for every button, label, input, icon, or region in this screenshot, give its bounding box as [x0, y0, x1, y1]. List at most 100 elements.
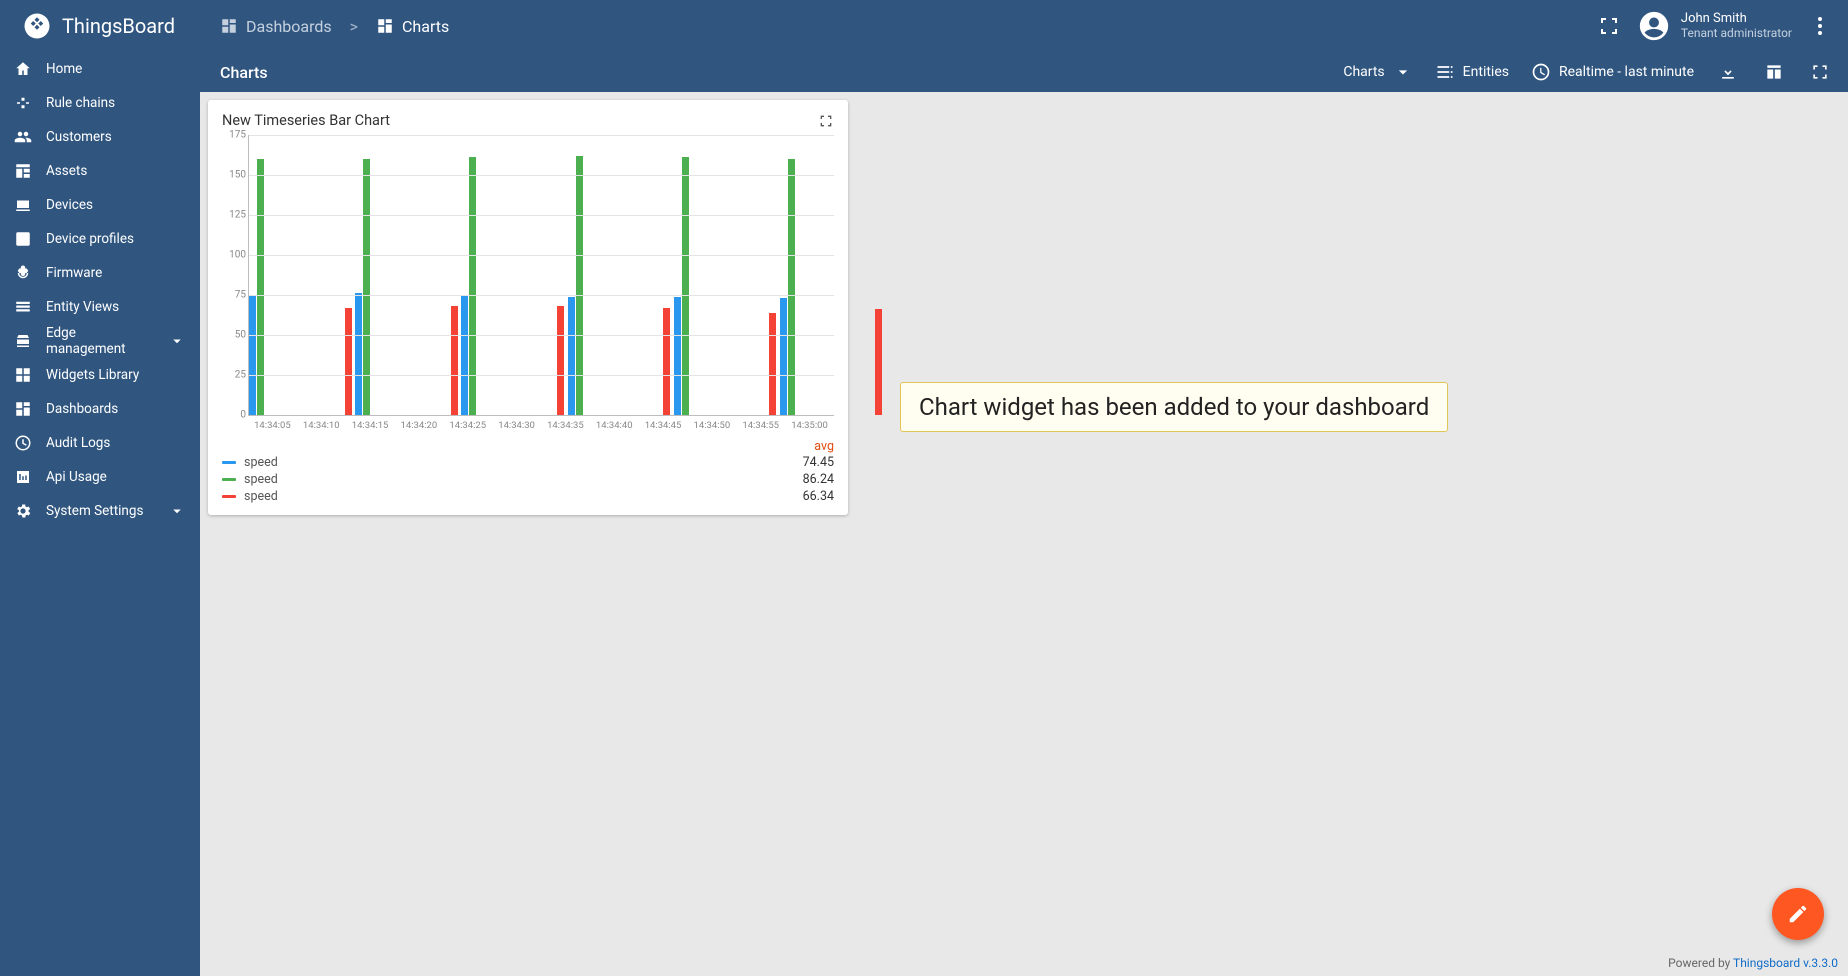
bar [557, 306, 564, 415]
audit-icon [14, 434, 32, 452]
bar [257, 159, 264, 415]
widget-title: New Timeseries Bar Chart [222, 112, 390, 129]
sidebar-item-entityviews[interactable]: Entity Views [0, 290, 200, 324]
legend-series-avg: 74.45 [803, 455, 834, 470]
sidebar-item-label: Home [46, 61, 82, 77]
sidebar-item-label: Customers [46, 129, 112, 145]
dashboard-icon [220, 17, 238, 35]
state-select[interactable]: Charts [1343, 62, 1412, 82]
sidebar-item-label: Devices [46, 197, 93, 213]
legend-swatch [222, 461, 236, 464]
sidebar-item-label: Assets [46, 163, 87, 179]
sidebar-item-label: Rule chains [46, 95, 115, 111]
bar [451, 306, 458, 415]
firmware-icon [14, 264, 32, 282]
sidebar-item-widgets[interactable]: Widgets Library [0, 358, 200, 392]
widget-fullscreen-icon[interactable] [818, 113, 834, 129]
sidebar-item-customers[interactable]: Customers [0, 120, 200, 154]
breadcrumb-separator: > [350, 17, 358, 36]
sidebar-item-home[interactable]: Home [0, 52, 200, 86]
entities-icon [1435, 62, 1455, 82]
bar [461, 295, 468, 415]
sidebar-item-label: Entity Views [46, 299, 119, 315]
breadcrumb-charts[interactable]: Charts [376, 17, 449, 36]
manage-layouts-icon[interactable] [1762, 60, 1786, 84]
dashboard-title: Charts [220, 63, 268, 82]
sidebar-item-api[interactable]: Api Usage [0, 460, 200, 494]
legend-series-avg: 86.24 [803, 472, 834, 487]
legend-series-name: speed [244, 489, 278, 504]
sidebar-item-rulechain[interactable]: Rule chains [0, 86, 200, 120]
chart-xaxis: 14:34:0514:34:1014:34:1514:34:2014:34:25… [248, 416, 834, 431]
devices-icon [14, 196, 32, 214]
sidebar-item-edge[interactable]: Edge management [0, 324, 200, 358]
export-icon[interactable] [1716, 60, 1740, 84]
sidebar-item-assets[interactable]: Assets [0, 154, 200, 188]
more-icon[interactable] [1808, 14, 1832, 38]
sidebar-item-label: Firmware [46, 265, 102, 281]
dashboards-icon [14, 400, 32, 418]
legend-swatch [222, 478, 236, 481]
sidebar-item-firmware[interactable]: Firmware [0, 256, 200, 290]
footer-link[interactable]: Thingsboard v.3.3.0 [1733, 956, 1838, 970]
timewindow-button[interactable]: Realtime - last minute [1531, 62, 1694, 82]
avatar-icon [1637, 9, 1671, 43]
rulechain-icon [14, 94, 32, 112]
main: Charts Charts Entities Realtime - last m… [200, 52, 1848, 976]
chart-plot [248, 135, 834, 416]
sidebar-item-label: Widgets Library [46, 367, 139, 383]
footer: Powered by Thingsboard v.3.3.0 [1668, 956, 1838, 970]
sidebar-item-deviceprofiles[interactable]: Device profiles [0, 222, 200, 256]
edit-dashboard-fab[interactable] [1772, 888, 1824, 940]
bar [363, 159, 370, 415]
legend-row[interactable]: speed 66.34 [222, 488, 834, 505]
bar [780, 298, 787, 415]
home-icon [14, 60, 32, 78]
topbar-right: John Smith Tenant administrator [1597, 9, 1848, 43]
bar [576, 156, 583, 415]
bar [469, 157, 476, 415]
bar [345, 308, 352, 415]
fullscreen-toggle-icon[interactable] [1597, 14, 1621, 38]
fullscreen-icon[interactable] [1808, 60, 1832, 84]
user-role: Tenant administrator [1681, 27, 1792, 41]
entities-button[interactable]: Entities [1435, 62, 1509, 82]
sidebar-item-devices[interactable]: Devices [0, 188, 200, 222]
callout-annotation: Chart widget has been added to your dash… [900, 382, 1448, 432]
api-icon [14, 468, 32, 486]
bar [249, 295, 256, 415]
widgets-icon [14, 366, 32, 384]
deviceprofiles-icon [14, 230, 32, 248]
dashboard-canvas[interactable]: New Timeseries Bar Chart 025507510012515… [200, 92, 1848, 976]
breadcrumb: Dashboards > Charts [220, 17, 449, 36]
sidebar-item-audit[interactable]: Audit Logs [0, 426, 200, 460]
legend-row[interactable]: speed74.45 [222, 454, 834, 471]
bar [788, 159, 795, 415]
settings-icon [14, 502, 32, 520]
entityviews-icon [14, 298, 32, 316]
brand[interactable]: ThingsBoard [0, 11, 200, 41]
legend-row[interactable]: speed 86.24 [222, 471, 834, 488]
user-name: John Smith [1681, 12, 1792, 27]
sidebar-item-label: Dashboards [46, 401, 118, 417]
bar [769, 313, 776, 415]
chart-widget: New Timeseries Bar Chart 025507510012515… [208, 100, 848, 515]
customers-icon [14, 128, 32, 146]
dashboard-icon [376, 17, 394, 35]
legend-swatch [222, 495, 236, 498]
sidebar-item-settings[interactable]: System Settings [0, 494, 200, 528]
legend-avg-header: avg [814, 439, 834, 454]
bar [682, 157, 689, 415]
legend-series-avg: 66.34 [803, 489, 834, 504]
bar [674, 297, 681, 415]
dashboard-toolbar: Charts Charts Entities Realtime - last m… [200, 52, 1848, 92]
brand-logo-icon [22, 11, 52, 41]
breadcrumb-dashboards[interactable]: Dashboards [220, 17, 332, 36]
bar [875, 309, 882, 415]
legend-series-name: speed [244, 472, 278, 487]
assets-icon [14, 162, 32, 180]
sidebar-item-dashboards[interactable]: Dashboards [0, 392, 200, 426]
sidebar-item-label: Device profiles [46, 231, 134, 247]
user-menu[interactable]: John Smith Tenant administrator [1637, 9, 1792, 43]
sidebar: Home Rule chains Customers Assets Devices Dev… [0, 52, 200, 976]
